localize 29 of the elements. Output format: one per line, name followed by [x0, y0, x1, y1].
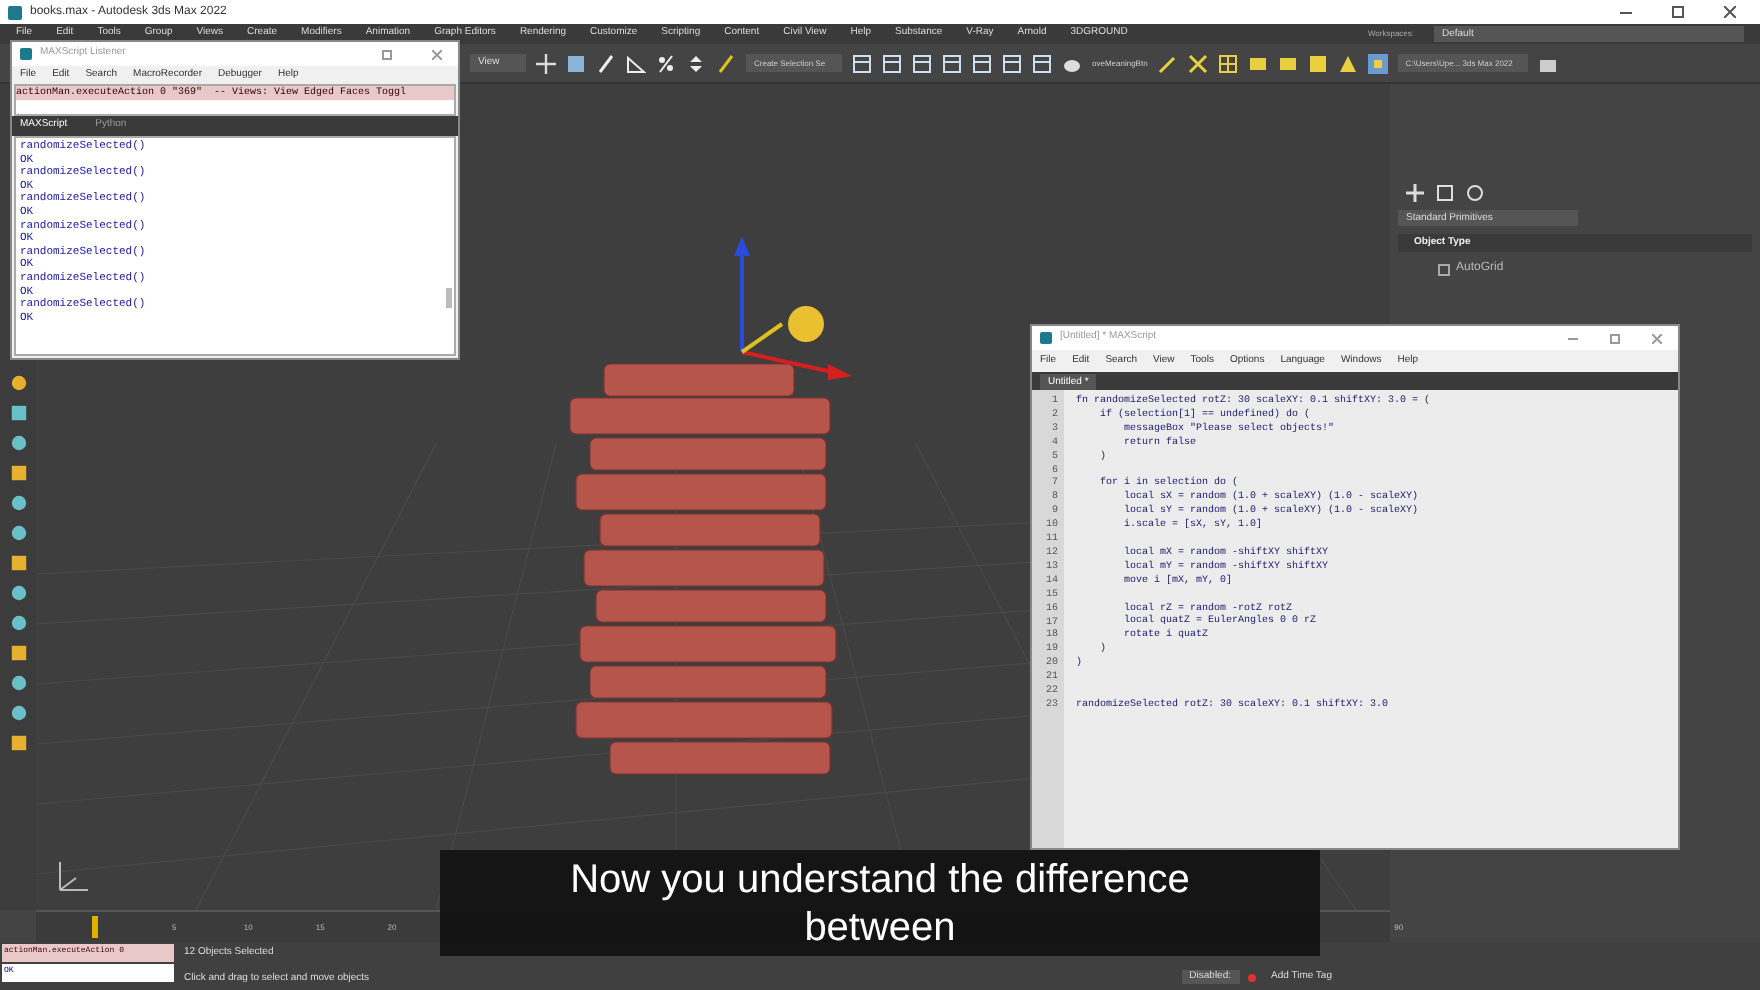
app-icon: [20, 48, 32, 60]
circle-icon[interactable]: [9, 494, 27, 512]
subtitle-text: Now you understand the difference between: [568, 855, 1192, 951]
circle-icon[interactable]: [9, 674, 27, 692]
plus-icon[interactable]: [1406, 184, 1424, 202]
percent-snap-icon[interactable]: [656, 53, 676, 73]
app-icon: [1040, 332, 1052, 344]
circle-icon[interactable]: [9, 584, 27, 602]
close-icon[interactable]: [1724, 6, 1736, 18]
spinner-snap-icon[interactable]: [686, 53, 706, 73]
angle-snap-icon[interactable]: [626, 53, 646, 73]
warning-icon[interactable]: [1337, 53, 1358, 73]
grid-icon[interactable]: [1217, 53, 1238, 73]
square-icon[interactable]: [9, 734, 27, 752]
square-icon[interactable]: [9, 644, 27, 662]
scissors-icon[interactable]: [1187, 53, 1208, 73]
square-icon[interactable]: [1307, 53, 1328, 73]
square-icon[interactable]: [9, 554, 27, 572]
circle-icon[interactable]: [9, 434, 27, 452]
square-icon[interactable]: [9, 464, 27, 482]
autogrid-checkbox[interactable]: [1438, 263, 1450, 275]
square-icon[interactable]: [9, 404, 27, 422]
time-slider-handle[interactable]: [92, 916, 98, 938]
scrollbar-thumb[interactable]: [446, 288, 452, 308]
move-icon[interactable]: [536, 53, 556, 73]
circle-icon[interactable]: [1466, 184, 1484, 202]
app-icon: [8, 5, 22, 19]
maximize-icon[interactable]: [1672, 6, 1684, 18]
minimize-icon[interactable]: [1620, 11, 1632, 13]
